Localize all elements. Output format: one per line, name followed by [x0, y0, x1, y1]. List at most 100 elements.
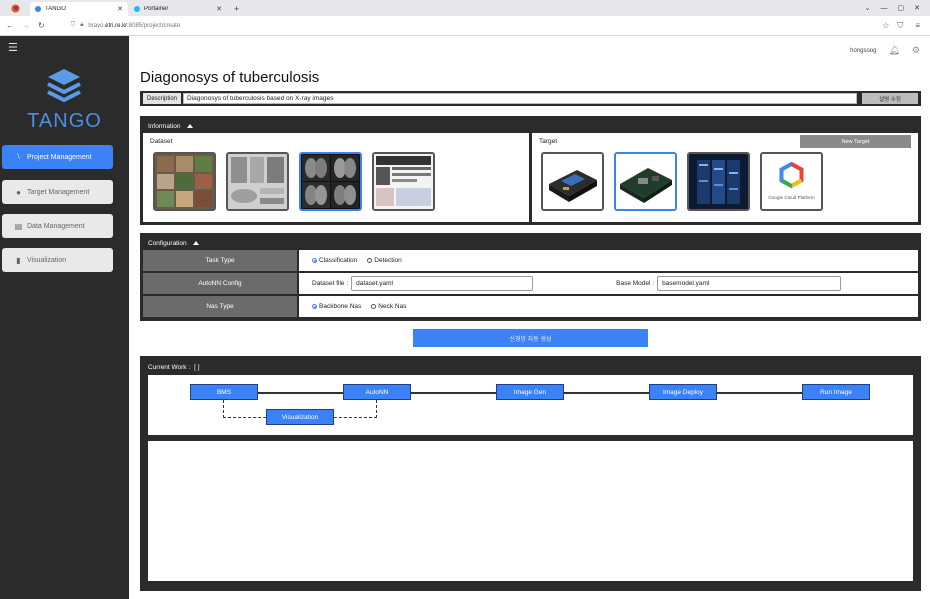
description-label: Description: [143, 93, 182, 104]
information-title: Information: [148, 122, 181, 130]
bookmark-star-icon[interactable]: ☆: [882, 21, 889, 30]
radio-label: Detection: [374, 257, 402, 264]
target-section: Target New Target Google Cloud Platform: [532, 133, 918, 222]
tab-portainer[interactable]: Portainer ✕: [129, 2, 227, 16]
autonn-config-label: AutoNN Config: [143, 273, 297, 294]
configuration-header[interactable]: Configuration: [143, 236, 918, 250]
gear-icon[interactable]: ⚙: [912, 45, 920, 56]
radio-checked-icon: [312, 258, 317, 263]
lock-icon: 🔒︎: [80, 22, 84, 28]
dataset-thumb-chest-xray[interactable]: [299, 152, 362, 211]
target-thumb-board-1[interactable]: [541, 152, 604, 211]
node-autonn[interactable]: AutoNN: [343, 384, 411, 400]
forward-icon[interactable]: →: [22, 21, 30, 30]
radio-label: Classification: [319, 257, 358, 264]
radio-checked-icon: [312, 304, 317, 309]
target-icon: ●: [16, 187, 21, 197]
reload-icon[interactable]: ↻: [38, 21, 45, 30]
node-bms[interactable]: BMS: [190, 384, 258, 400]
radio-unchecked-icon: [371, 304, 377, 309]
tango-logo-icon: [47, 69, 81, 103]
url-prefix: bravo.: [88, 22, 106, 29]
tab-label: TANGO: [45, 6, 66, 12]
hamburger-menu-icon[interactable]: ☰: [8, 41, 18, 54]
edit-description-button[interactable]: 설명 수정: [862, 93, 918, 104]
tab-list-icon[interactable]: ⌄: [865, 4, 871, 12]
nas-type-row: Nas Type Backbone Nas Neck Nas: [143, 296, 918, 317]
radio-label: Backbone Nas: [319, 303, 362, 310]
information-panel: Information Dataset Target New Target Go…: [140, 116, 921, 225]
new-target-button[interactable]: New Target: [800, 135, 911, 148]
target-thumb-board-2[interactable]: [614, 152, 677, 211]
classification-radio[interactable]: Classification: [312, 257, 357, 264]
dataset-thumb-pipes[interactable]: [226, 152, 289, 211]
sidebar-item-visualization[interactable]: ▮ Visualization: [2, 248, 113, 272]
dataset-thumb-coco[interactable]: [153, 152, 216, 211]
task-type-row: Task Type Classification Detection: [143, 250, 918, 271]
target-thumb-server-rack[interactable]: [687, 152, 750, 211]
tab-tango[interactable]: TANGO ✕: [30, 2, 128, 16]
pocket-icon[interactable]: ⛉: [897, 21, 903, 31]
work-log-area[interactable]: [148, 441, 913, 581]
sidebar: ☰ TANGO ⧵ Project Management ● Target Ma…: [0, 36, 129, 599]
app-menu-icon[interactable]: ≡: [915, 21, 920, 31]
current-work-label: Current Work :: [148, 363, 191, 371]
autonn-config-row: AutoNN Config Dataset file : dataset.yam…: [143, 273, 918, 294]
dataset-label: Dataset: [150, 138, 173, 145]
collapse-caret-icon[interactable]: [186, 124, 193, 128]
google-cloud-caption: Google Cloud Platform: [768, 195, 815, 200]
base-model-label: Base Model :: [616, 280, 655, 287]
description-input[interactable]: Diagonosys of tuberculosis based on X-ra…: [183, 93, 857, 104]
window-close-icon[interactable]: ✕: [914, 4, 920, 12]
detection-radio[interactable]: Detection: [367, 257, 402, 264]
workflow-diagram: BMS AutoNN Image Gen Image Deploy Run Im…: [148, 375, 913, 435]
tab-label: Portainer: [144, 6, 169, 12]
configuration-panel: Configuration Task Type Classification D…: [140, 233, 921, 321]
node-image-deploy[interactable]: Image Deploy: [649, 384, 717, 400]
sidebar-item-data-management[interactable]: ▤ Data Management: [2, 214, 113, 238]
neck-nas-radio[interactable]: Neck Nas: [371, 303, 406, 310]
base-model-input[interactable]: basemodel.yaml: [657, 276, 842, 291]
url-field[interactable]: ⛉ 🔒︎ bravo.etri.re.kr:8085/project/creat…: [53, 22, 874, 29]
collapse-caret-icon[interactable]: [192, 241, 199, 245]
backbone-nas-radio[interactable]: Backbone Nas: [312, 303, 361, 310]
node-run-image[interactable]: Run Image: [802, 384, 870, 400]
new-tab-icon[interactable]: +: [228, 2, 245, 16]
portainer-favicon: [134, 6, 140, 12]
minimize-icon[interactable]: —: [881, 5, 888, 12]
back-icon[interactable]: ←: [6, 21, 14, 30]
dataset-file-label: Dataset file :: [312, 280, 349, 287]
url-path: :8085/project/create: [127, 22, 181, 29]
close-icon[interactable]: ✕: [216, 5, 222, 13]
sidebar-item-project-management[interactable]: ⧵ Project Management: [2, 145, 113, 169]
description-row: Description Diagonosys of tuberculosis b…: [140, 91, 921, 106]
dataset-thumb-documents[interactable]: [372, 152, 435, 211]
logo-text: TANGO: [27, 110, 102, 132]
information-header[interactable]: Information: [143, 119, 918, 133]
dataset-file-input[interactable]: dataset.yaml: [351, 276, 534, 291]
username[interactable]: hongsoog: [850, 48, 876, 54]
url-host: etri.re.kr: [105, 22, 128, 29]
page-title: Diagonosys of tuberculosis: [140, 69, 320, 86]
current-work-value: [ ]: [194, 363, 200, 371]
maximize-icon[interactable]: ▢: [898, 4, 905, 12]
generate-network-button[interactable]: 신경망 자동 생성: [413, 329, 648, 347]
node-visualization[interactable]: Visualization: [266, 409, 334, 425]
sidebar-item-label: Target Management: [27, 188, 90, 196]
bell-icon[interactable]: 🔔︎: [888, 45, 899, 56]
target-label: Target: [539, 138, 558, 145]
shield-icon: ⛉: [70, 22, 76, 28]
chart-icon: ▮: [16, 255, 21, 265]
sidebar-item-label: Data Management: [27, 222, 85, 230]
node-image-gen[interactable]: Image Gen: [496, 384, 564, 400]
address-bar: ← → ↻ ⛉ 🔒︎ bravo.etri.re.kr:8085/project…: [0, 16, 930, 36]
sidebar-item-target-management[interactable]: ● Target Management: [2, 180, 113, 204]
dataset-section: Dataset: [143, 133, 529, 222]
task-type-label: Task Type: [143, 250, 297, 271]
database-icon: ▤: [14, 221, 23, 231]
google-cloud-logo-icon: [762, 154, 821, 209]
firefox-menu-icon[interactable]: [0, 0, 30, 16]
main-content: hongsoog 🔔︎ ⚙ Diagonosys of tuberculosis…: [129, 36, 930, 599]
target-thumb-google-cloud[interactable]: Google Cloud Platform: [760, 152, 823, 211]
close-icon[interactable]: ✕: [117, 5, 123, 13]
